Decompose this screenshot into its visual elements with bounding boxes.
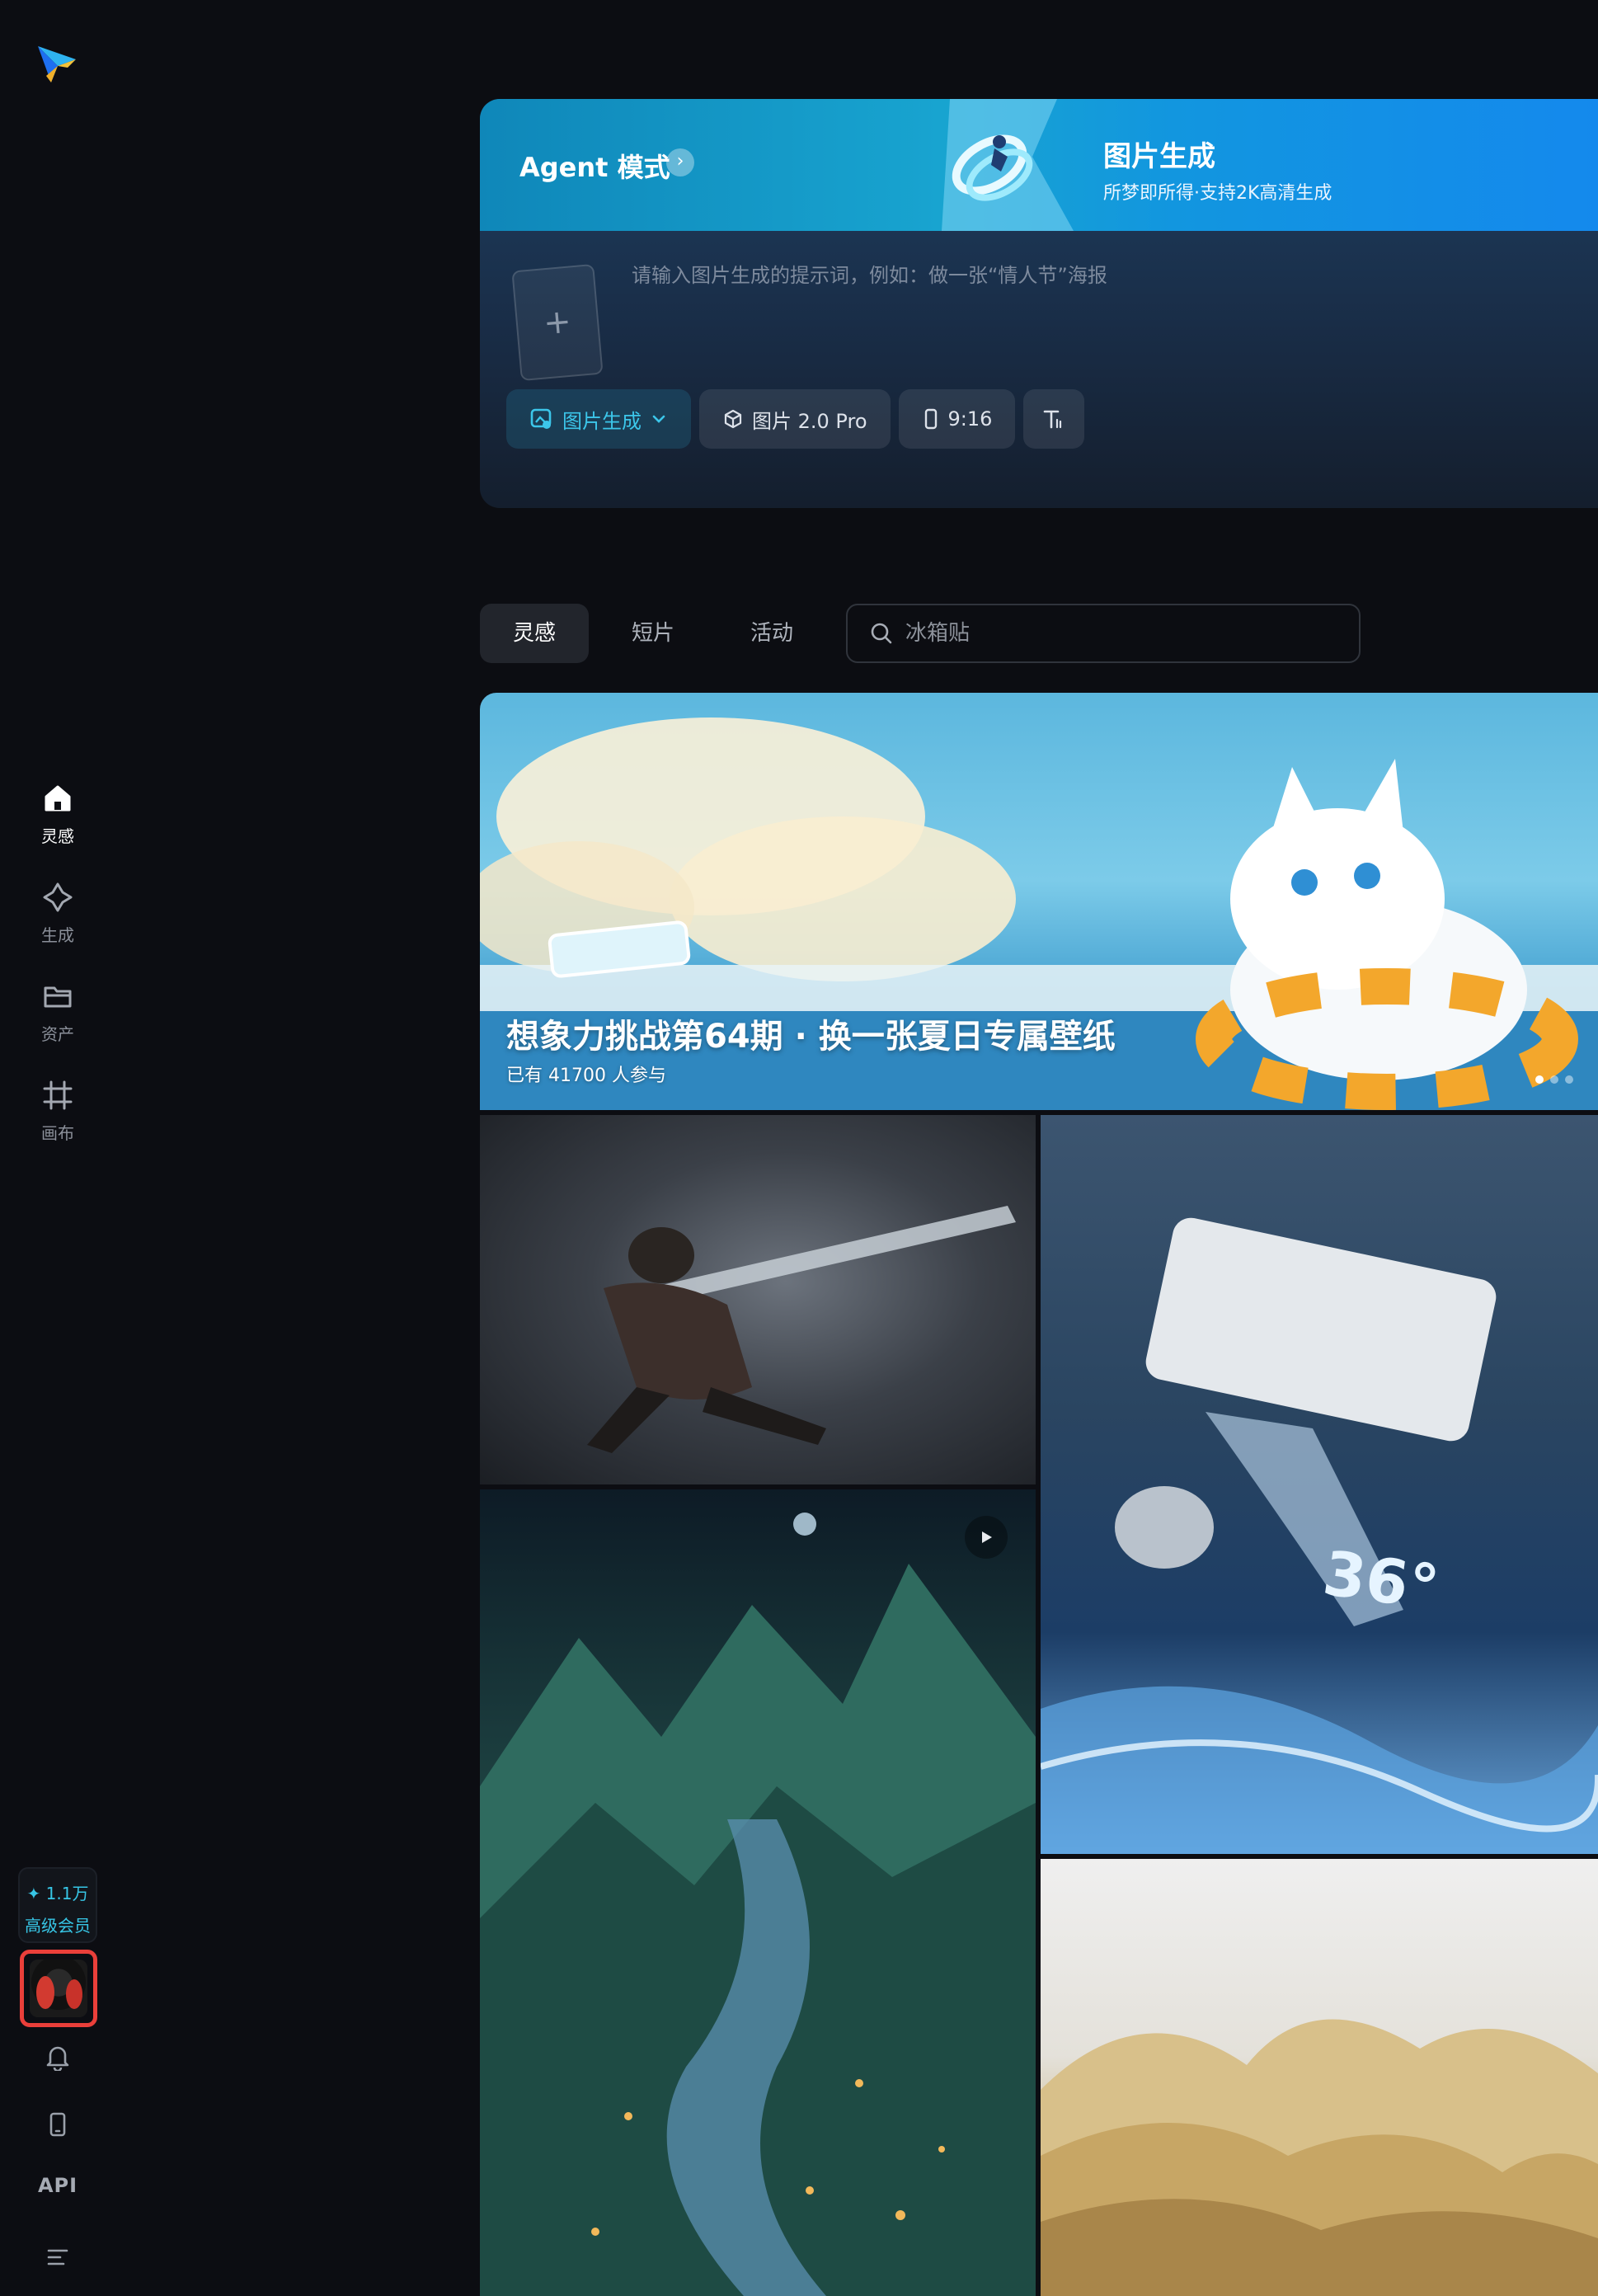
search-box[interactable]	[846, 604, 1361, 663]
tab-short-films[interactable]: 短片	[599, 604, 707, 663]
app-logo-icon[interactable]	[35, 41, 81, 87]
generation-mode-label: 图片生成	[562, 409, 642, 433]
hero-participants: 已有 41700 人参与	[506, 1066, 666, 1086]
text-size-icon	[1044, 410, 1062, 429]
sidebar-item-label: 灵感	[41, 826, 74, 846]
chevron-down-icon	[652, 415, 665, 423]
carousel-dot[interactable]	[1550, 1075, 1558, 1084]
mode-title: 图片生成	[1103, 140, 1215, 173]
phone-icon	[49, 2112, 66, 2137]
featured-challenge-banner[interactable]: 想象力挑战第64期 · 换一张夏日专属壁纸 已有 41700 人参与	[480, 693, 1598, 1110]
play-icon	[982, 1531, 992, 1543]
sidebar-item-generate[interactable]: 生成	[16, 881, 99, 963]
feed-item-landscape-video[interactable]	[480, 1489, 1036, 2296]
feed-item-golden-dunes[interactable]	[1041, 1859, 1598, 2296]
carousel-dot[interactable]	[1565, 1075, 1573, 1084]
prompt-input[interactable]	[632, 259, 1598, 292]
sidebar-item-assets[interactable]: 资产	[16, 980, 99, 1062]
carousel-dots	[1535, 1075, 1573, 1084]
user-avatar-button[interactable]	[20, 1950, 97, 2027]
golden-dunes-artwork-icon	[1041, 2019, 1598, 2296]
search-icon	[871, 623, 892, 644]
folder-icon	[44, 986, 72, 1008]
mode-banner: Agent 模式 › 图片生成 所梦即所得·支持2K高清生成	[480, 99, 1598, 231]
search-input[interactable]	[905, 621, 1359, 646]
notifications-button[interactable]	[40, 2039, 76, 2075]
feed-item-swordsman[interactable]	[480, 1115, 1036, 1484]
swordsman-artwork-icon	[587, 1206, 1016, 1453]
text-style-button[interactable]	[1023, 389, 1085, 449]
tab-events[interactable]: 活动	[717, 604, 826, 663]
generation-composer: Agent 模式 › 图片生成 所梦即所得·支持2K高清生成 + 图片生成	[480, 99, 1598, 508]
sidebar-item-canvas[interactable]: 画布	[16, 1079, 99, 1161]
sidebar-item-label: 资产	[41, 1024, 74, 1044]
mode-subtitle: 所梦即所得·支持2K高清生成	[1103, 183, 1332, 204]
aspect-ratio-selector[interactable]: 9:16	[898, 389, 1016, 449]
sidebar-item-inspiration[interactable]: 灵感	[16, 782, 99, 864]
generation-mode-dropdown[interactable]: 图片生成	[506, 389, 691, 449]
avatar	[30, 1960, 87, 2017]
play-button[interactable]	[965, 1516, 1008, 1559]
cube-icon	[724, 409, 742, 429]
aspect-ratio-label: 9:16	[947, 407, 993, 430]
membership-badge[interactable]: ✦ 1.1万 高级会员	[18, 1867, 97, 1943]
sparkle-icon	[43, 882, 73, 912]
composer-toolbar: 图片生成 图片 2.0 Pro 9:16	[506, 389, 1085, 449]
tab-inspiration[interactable]: 灵感	[480, 604, 590, 663]
portrait-ratio-icon	[924, 408, 937, 430]
mobile-app-button[interactable]	[40, 2106, 76, 2143]
bell-icon	[46, 2046, 69, 2071]
prompt-area: +	[480, 231, 1598, 508]
canvas-icon	[43, 1080, 73, 1110]
upload-image-button[interactable]: +	[511, 263, 604, 382]
model-selector[interactable]: 图片 2.0 Pro	[699, 389, 891, 449]
points-balance: ✦ 1.1万	[26, 1884, 89, 1903]
feed-item-air-conditioner[interactable]: 36°	[1041, 1115, 1598, 1854]
sidebar-item-label: 画布	[41, 1123, 74, 1143]
chevron-right-icon[interactable]: ›	[666, 148, 694, 176]
api-link[interactable]: API	[30, 2174, 86, 2197]
air-conditioner-artwork-icon: 36°	[1041, 1217, 1598, 1854]
menu-icon	[47, 2249, 68, 2265]
sidebar: 灵感 生成 资产 画布 ✦ 1.1万 高级会员 API	[0, 0, 115, 2296]
feed-tabs: 灵感 短片 活动	[480, 604, 826, 663]
model-label: 图片 2.0 Pro	[752, 409, 867, 433]
banner-illustration-icon	[942, 99, 1074, 231]
member-tier: 高级会员	[25, 1916, 91, 1936]
home-icon	[45, 785, 71, 812]
carousel-dot[interactable]	[1535, 1075, 1544, 1084]
menu-button[interactable]	[40, 2238, 76, 2275]
hero-title: 想象力挑战第64期 · 换一张夏日专属壁纸	[506, 1018, 1116, 1056]
svg-text:36°: 36°	[1318, 1538, 1443, 1625]
mountain-landscape-artwork-icon	[480, 1513, 1036, 2296]
agent-mode-label[interactable]: Agent 模式	[519, 147, 670, 185]
image-generate-icon	[530, 408, 552, 429]
sidebar-item-label: 生成	[41, 925, 74, 945]
